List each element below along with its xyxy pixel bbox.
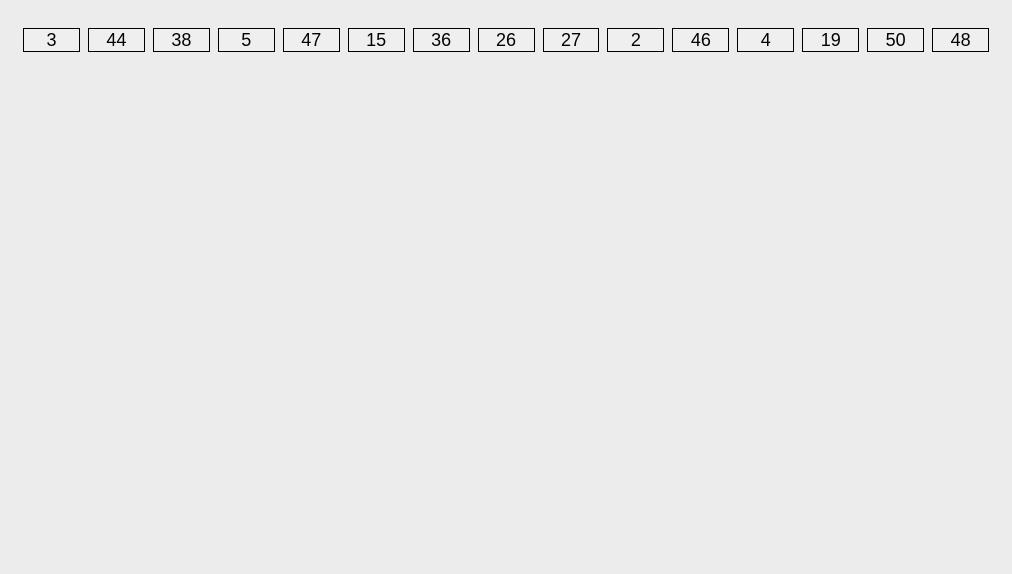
- number-button-0[interactable]: 3: [23, 28, 80, 52]
- number-button-5[interactable]: 15: [348, 28, 405, 52]
- number-button-3[interactable]: 5: [218, 28, 275, 52]
- number-button-14[interactable]: 48: [932, 28, 989, 52]
- number-button-7[interactable]: 26: [478, 28, 535, 52]
- number-button-12[interactable]: 19: [802, 28, 859, 52]
- number-button-9[interactable]: 2: [607, 28, 664, 52]
- number-button-10[interactable]: 46: [672, 28, 729, 52]
- number-button-6[interactable]: 36: [413, 28, 470, 52]
- number-button-13[interactable]: 50: [867, 28, 924, 52]
- number-button-8[interactable]: 27: [543, 28, 600, 52]
- number-button-4[interactable]: 47: [283, 28, 340, 52]
- number-button-11[interactable]: 4: [737, 28, 794, 52]
- number-button-1[interactable]: 44: [88, 28, 145, 52]
- number-button-2[interactable]: 38: [153, 28, 210, 52]
- button-row: 3 44 38 5 47 15 36 26 27 2 46 4 19 50 48: [0, 0, 1012, 52]
